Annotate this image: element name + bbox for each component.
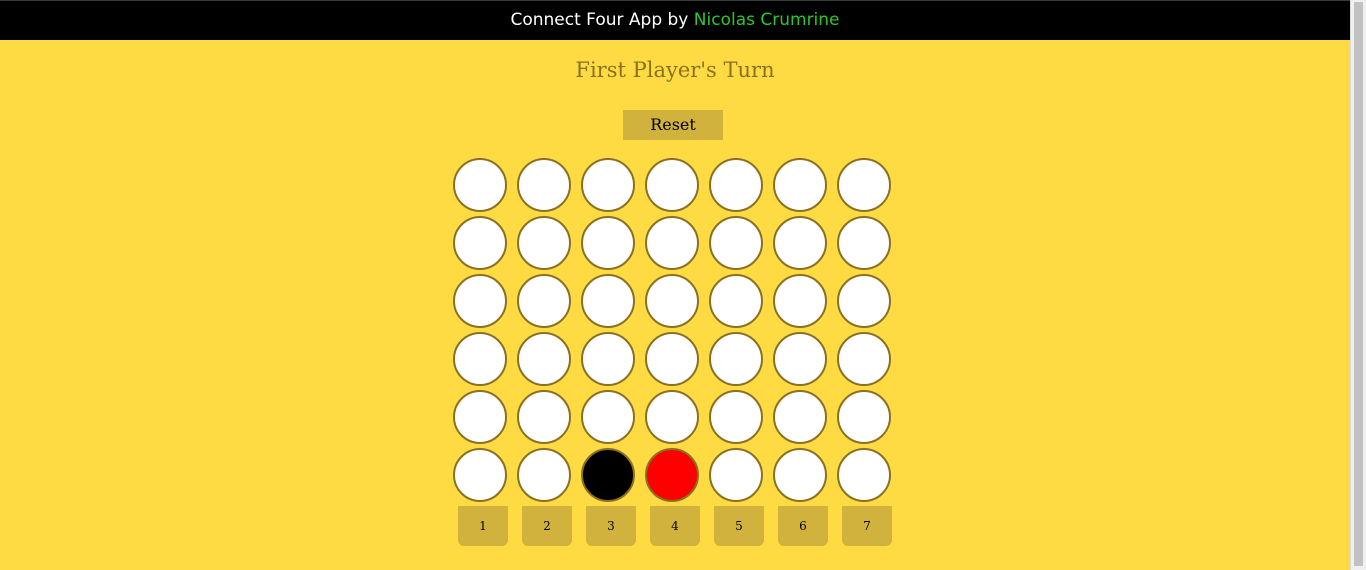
drop-column-3-button[interactable]: 3: [586, 506, 636, 546]
board-cell-empty[interactable]: [645, 390, 699, 444]
board-cell-empty[interactable]: [517, 332, 571, 386]
app-header: Connect Four App by Nicolas Crumrine: [0, 0, 1350, 40]
board-cell-empty[interactable]: [517, 158, 571, 212]
game-page: Connect Four App by Nicolas Crumrine Fir…: [0, 0, 1366, 570]
board-cell-empty[interactable]: [645, 216, 699, 270]
board-cell-empty[interactable]: [517, 274, 571, 328]
board-cell-empty[interactable]: [645, 158, 699, 212]
board-cell-empty[interactable]: [645, 274, 699, 328]
board-cell-empty[interactable]: [837, 332, 891, 386]
drop-column-4-button[interactable]: 4: [650, 506, 700, 546]
board-cell-empty[interactable]: [581, 390, 635, 444]
board-cell-empty[interactable]: [773, 216, 827, 270]
board-cell-empty[interactable]: [709, 448, 763, 502]
drop-column-7-button[interactable]: 7: [842, 506, 892, 546]
board-cell-empty[interactable]: [517, 448, 571, 502]
board-cell-black-piece[interactable]: [581, 448, 635, 502]
board-cell-empty[interactable]: [709, 158, 763, 212]
drop-column-6-button[interactable]: 6: [778, 506, 828, 546]
board-cell-empty[interactable]: [581, 216, 635, 270]
board-cell-empty[interactable]: [581, 274, 635, 328]
board-cell-empty[interactable]: [453, 158, 507, 212]
board-cell-empty[interactable]: [453, 390, 507, 444]
drop-column-5-button[interactable]: 5: [714, 506, 764, 546]
board-cell-empty[interactable]: [517, 390, 571, 444]
author-name: Nicolas Crumrine: [693, 10, 840, 30]
board-cell-empty[interactable]: [837, 390, 891, 444]
board-cell-empty[interactable]: [709, 274, 763, 328]
board-cell-empty[interactable]: [773, 390, 827, 444]
board-cell-empty[interactable]: [453, 448, 507, 502]
drop-column-1-button[interactable]: 1: [458, 506, 508, 546]
board-cell-empty[interactable]: [837, 158, 891, 212]
board-cell-empty[interactable]: [581, 158, 635, 212]
board-cell-empty[interactable]: [517, 216, 571, 270]
board-cell-empty[interactable]: [709, 332, 763, 386]
reset-button[interactable]: Reset: [623, 110, 723, 140]
board-cell-empty[interactable]: [773, 332, 827, 386]
board-cell-empty[interactable]: [837, 448, 891, 502]
turn-indicator: First Player's Turn: [575, 58, 775, 82]
vertical-scrollbar[interactable]: [1350, 0, 1366, 570]
board-cell-empty[interactable]: [453, 332, 507, 386]
board-cell-empty[interactable]: [709, 216, 763, 270]
scrollbar-thumb[interactable]: [1354, 2, 1363, 566]
board-cell-empty[interactable]: [837, 216, 891, 270]
drop-column-2-button[interactable]: 2: [522, 506, 572, 546]
board-cell-empty[interactable]: [645, 332, 699, 386]
board-cell-empty[interactable]: [453, 274, 507, 328]
board-cell-empty[interactable]: [453, 216, 507, 270]
game-board: [453, 158, 901, 506]
board-cell-empty[interactable]: [773, 158, 827, 212]
board-cell-empty[interactable]: [773, 448, 827, 502]
app-title: Connect Four App by: [510, 10, 694, 30]
board-cell-empty[interactable]: [709, 390, 763, 444]
board-cell-red-piece[interactable]: [645, 448, 699, 502]
board-cell-empty[interactable]: [581, 332, 635, 386]
board-cell-empty[interactable]: [837, 274, 891, 328]
board-cell-empty[interactable]: [773, 274, 827, 328]
